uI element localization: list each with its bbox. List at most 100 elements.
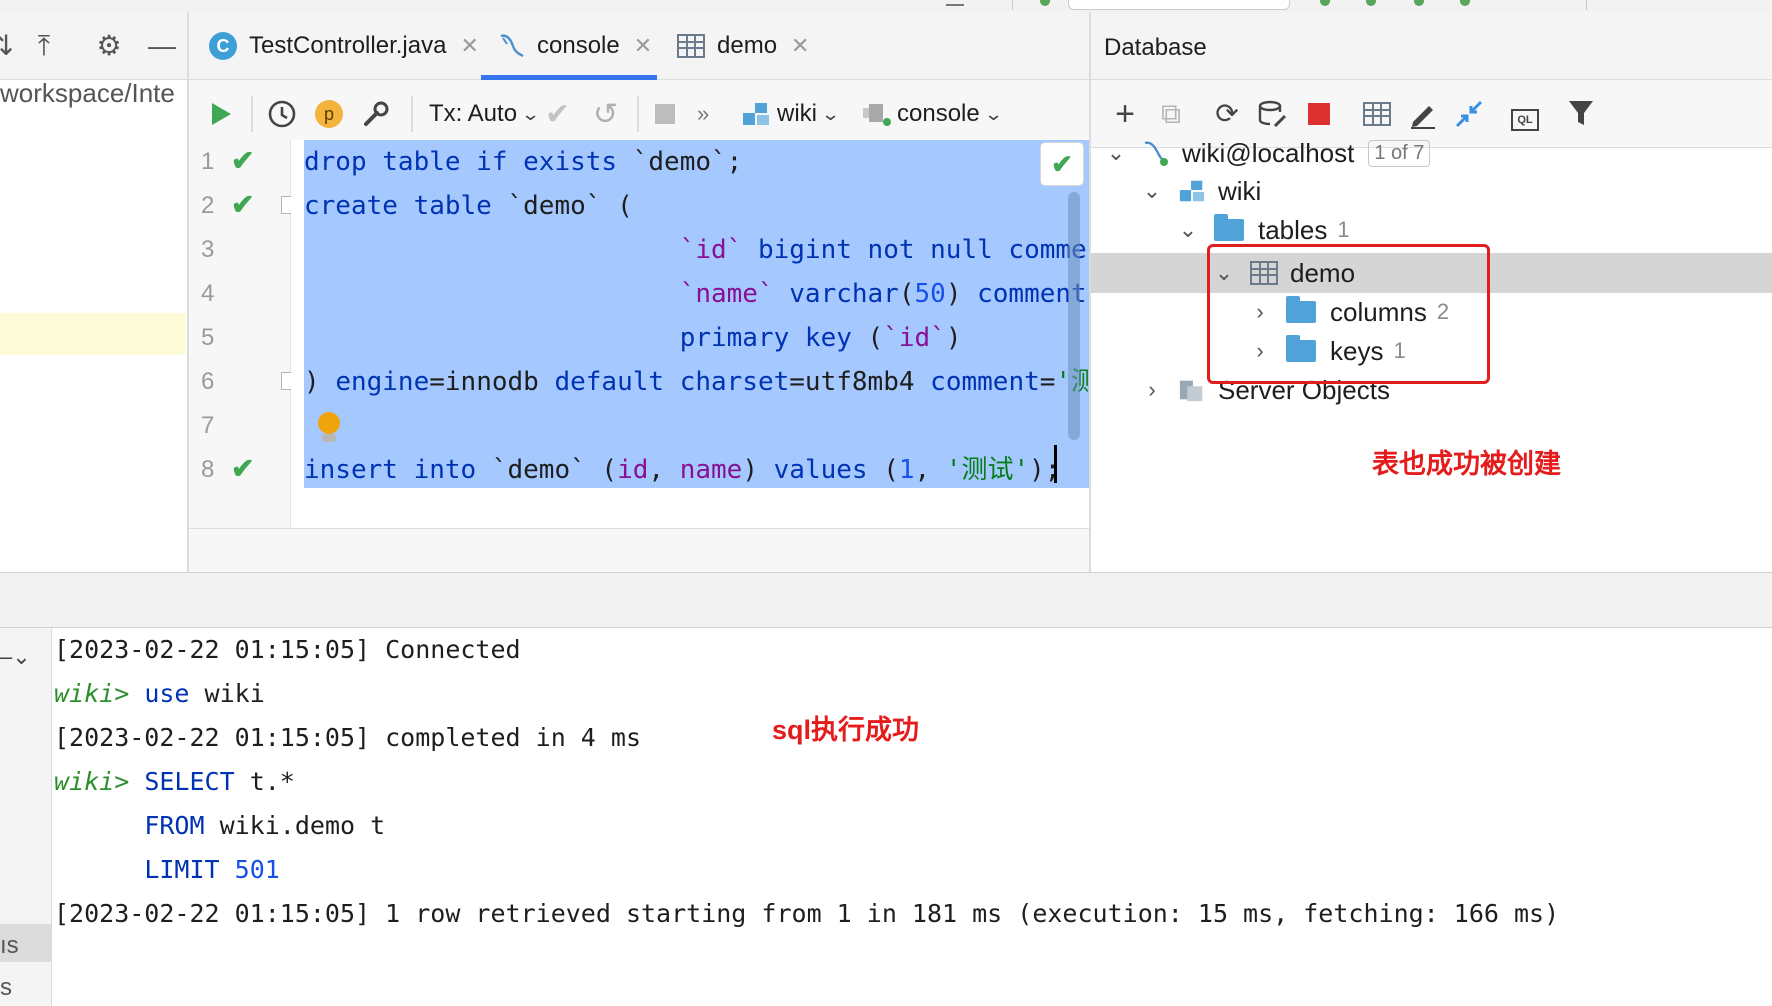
- schema-settings-icon[interactable]: [1257, 98, 1289, 130]
- executed-check-icon: ✔: [231, 453, 255, 484]
- tables-label: tables: [1258, 214, 1328, 245]
- tab-label: demo: [717, 32, 778, 59]
- editor-gutter: 1 ✔ 2 ✔ 3 4 5 6 7 8 ✔: [189, 140, 297, 528]
- code-line-8: insert into `demo` (id, name) values (1,…: [304, 455, 1061, 485]
- annotation-highlight-box: [1207, 244, 1490, 384]
- schema-label: wiki: [1218, 175, 1262, 206]
- chevron-down-icon: ⌄: [520, 103, 541, 124]
- session-label: console: [897, 100, 980, 127]
- tree-item-schema[interactable]: ⌄ wiki: [1140, 171, 1262, 211]
- close-icon[interactable]: ✕: [634, 33, 652, 59]
- side-tab-label[interactable]: s: [0, 974, 12, 1002]
- table-view-icon[interactable]: [1361, 98, 1393, 130]
- database-panel-title: Database: [1104, 34, 1207, 61]
- minimize-icon[interactable]: —: [146, 30, 178, 62]
- line-number: 3: [201, 236, 215, 263]
- commit-icon[interactable]: ✔: [545, 80, 570, 148]
- gear-icon[interactable]: ⚙: [93, 30, 125, 62]
- schema-icon: [1179, 180, 1205, 202]
- line-number: 1: [201, 148, 215, 175]
- run-icon[interactable]: [209, 80, 233, 148]
- duplicate-icon[interactable]: ⧉: [1155, 98, 1187, 130]
- annotation-table-created: 表也成功被创建: [1372, 449, 1561, 479]
- collapse-all-icon[interactable]: ⇅: [0, 30, 18, 62]
- project-panel-toolbar: ⇅ ⤒ ⚙ —: [0, 12, 188, 80]
- jump-to-source-icon[interactable]: [1453, 98, 1485, 130]
- server-objects-icon: [1179, 380, 1203, 402]
- code-line-5: primary key (`id`): [679, 323, 962, 353]
- transaction-mode-dropdown[interactable]: Tx: Auto ⌄: [429, 80, 541, 148]
- console-side-toolbar: ‒⌄ ıs s: [0, 628, 52, 1006]
- executed-check-icon: ✔: [231, 145, 255, 176]
- chevron-down-icon: ⌄: [820, 103, 841, 124]
- session-dropdown[interactable]: console ⌄: [861, 80, 1004, 148]
- data-source-dropdown[interactable]: wiki ⌄: [741, 80, 841, 148]
- connection-label: wiki@localhost: [1182, 137, 1355, 168]
- code-line-1: drop table if exists `demo`;: [304, 147, 743, 177]
- editor-scrollbar[interactable]: [1068, 192, 1080, 440]
- line-number: 8: [201, 456, 215, 483]
- table-icon: [677, 34, 705, 58]
- tab-console[interactable]: console ✕: [481, 12, 657, 80]
- console-line: [2023-02-22 01:15:05] completed in 4 ms: [54, 723, 642, 752]
- toolbar-separator: [637, 96, 639, 132]
- stop-icon[interactable]: [655, 80, 675, 148]
- connection-badge[interactable]: 1 of 7: [1368, 139, 1431, 167]
- dropdown-icon[interactable]: ‒⌄: [0, 644, 31, 670]
- tree-item-connection[interactable]: ⌄ wiki@localhost 1 of 7: [1104, 133, 1431, 173]
- session-icon: [863, 104, 891, 126]
- more-icon[interactable]: »: [697, 80, 709, 148]
- run-config-icon[interactable]: [1040, 0, 1050, 6]
- project-tree-highlight-row: [0, 313, 186, 355]
- toolbar-dash-icon[interactable]: [946, 4, 964, 6]
- line-number: 6: [201, 368, 215, 395]
- tab-testcontroller[interactable]: C TestController.java ✕: [209, 12, 479, 80]
- chevron-right-icon[interactable]: ›: [1140, 377, 1164, 403]
- console-line: [2023-02-22 01:15:05] Connected: [54, 635, 521, 664]
- folder-icon: [1214, 214, 1244, 241]
- console-line: FROM wiki.demo t: [144, 811, 386, 840]
- history-icon[interactable]: [267, 80, 297, 148]
- toolbar-separator: [251, 96, 253, 132]
- expand-collapse-icon[interactable]: ⤒: [28, 30, 60, 62]
- disconnect-icon[interactable]: [1303, 98, 1335, 130]
- chevron-down-icon[interactable]: ⌄: [1104, 140, 1128, 166]
- toolbar-separator: [411, 96, 413, 132]
- parameters-icon[interactable]: p: [315, 80, 343, 148]
- lightbulb-icon[interactable]: [318, 412, 340, 434]
- rollback-icon[interactable]: ↺: [593, 80, 618, 148]
- coverage-icon[interactable]: [1414, 0, 1424, 6]
- schema-icon: [743, 103, 769, 125]
- close-icon[interactable]: ✕: [791, 33, 809, 59]
- chevron-down-icon: ⌄: [983, 103, 1004, 124]
- settings-wrench-icon[interactable]: [361, 80, 391, 148]
- inspection-ok-icon[interactable]: ✔: [1040, 142, 1084, 186]
- executed-check-icon: ✔: [231, 189, 255, 220]
- tool-window-separator[interactable]: [0, 572, 1772, 628]
- close-icon[interactable]: ✕: [460, 33, 478, 59]
- refresh-icon[interactable]: ⟳: [1211, 98, 1243, 130]
- code-line-2: create table `demo` (: [304, 191, 633, 221]
- run-configuration-selector[interactable]: [1068, 0, 1290, 10]
- debug-icon[interactable]: [1366, 0, 1376, 6]
- tab-demo[interactable]: demo ✕: [677, 12, 809, 80]
- data-source-label: wiki: [777, 100, 817, 127]
- run-icon[interactable]: [1320, 0, 1330, 6]
- editor-tabs: C TestController.java ✕ console ✕ demo ✕: [189, 12, 1091, 80]
- chevron-down-icon[interactable]: ⌄: [1140, 178, 1164, 204]
- console-line: [2023-02-22 01:15:05] 1 row retrieved st…: [54, 899, 1560, 928]
- code-line-6: ) engine=innodb default charset=utf8mb4 …: [304, 367, 1097, 397]
- edit-icon[interactable]: [1407, 98, 1439, 130]
- project-path[interactable]: workspace/Inte: [0, 78, 175, 109]
- chevron-down-icon[interactable]: ⌄: [1176, 217, 1200, 243]
- line-number: 5: [201, 324, 215, 351]
- add-icon[interactable]: +: [1109, 97, 1141, 131]
- lightbulb-base: [322, 434, 336, 442]
- filter-icon[interactable]: [1565, 98, 1597, 130]
- console-toolbar: p Tx: Auto ⌄ ✔ ↺ » wiki ⌄ console ⌄: [189, 80, 1091, 148]
- console-line: wiki> SELECT t.*: [54, 767, 295, 796]
- query-console-icon[interactable]: QL: [1509, 98, 1541, 131]
- side-tab-label[interactable]: ıs: [0, 932, 19, 960]
- profile-icon[interactable]: [1460, 0, 1470, 6]
- tx-mode-label: Tx: Auto: [429, 100, 518, 127]
